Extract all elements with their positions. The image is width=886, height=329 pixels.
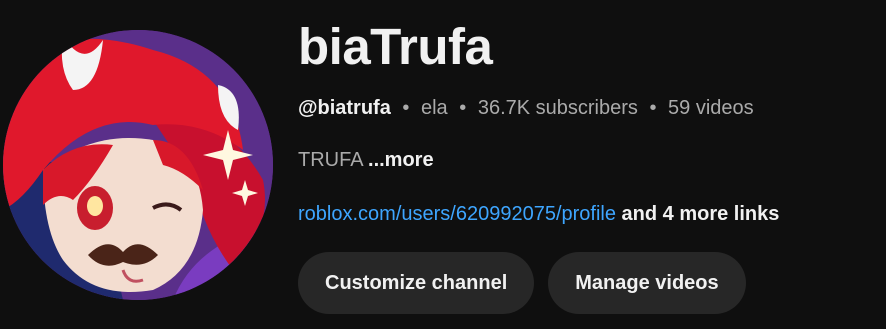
- external-link[interactable]: roblox.com/users/620992075/profile: [298, 203, 616, 225]
- separator-dot: •: [649, 97, 657, 119]
- channel-description[interactable]: TRUFA ...more: [298, 146, 878, 174]
- avatar-illustration: [3, 30, 273, 300]
- channel-name: biaTrufa: [298, 18, 493, 75]
- channel-actions: Customize channel Manage videos: [298, 252, 878, 314]
- more-links-button[interactable]: and 4 more links: [622, 203, 780, 225]
- channel-handle: @biatrufa: [298, 97, 391, 119]
- separator-dot: •: [459, 97, 467, 119]
- subscriber-count: 36.7K subscribers: [477, 97, 638, 119]
- separator-dot: •: [402, 97, 410, 119]
- customize-channel-button[interactable]: Customize channel: [298, 252, 535, 314]
- channel-links: roblox.com/users/620992075/profile and 4…: [298, 200, 878, 228]
- channel-pronouns: ela: [420, 97, 448, 119]
- channel-avatar[interactable]: [3, 30, 273, 300]
- video-count: 59 videos: [668, 97, 754, 119]
- manage-videos-button[interactable]: Manage videos: [548, 252, 746, 314]
- channel-meta: @biatrufa • ela • 36.7K subscribers • 59…: [298, 94, 878, 122]
- description-text: TRUFA: [298, 149, 363, 171]
- channel-info: biaTrufa @biatrufa • ela • 36.7K subscri…: [298, 14, 878, 314]
- description-more-link[interactable]: ...more: [368, 149, 434, 171]
